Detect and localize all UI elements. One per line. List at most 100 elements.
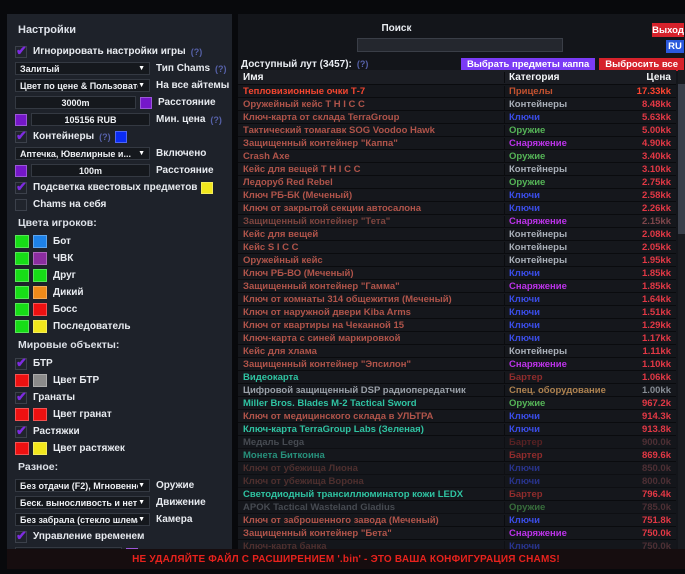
- min-price-color-swatch[interactable]: [15, 114, 27, 126]
- player-color-swatch-1[interactable]: [15, 286, 29, 299]
- table-row[interactable]: Ключ-карта от склада TerraGroupКлючи5.63…: [238, 111, 676, 124]
- column-header-name[interactable]: Имя: [238, 72, 504, 83]
- time-control-checkbox[interactable]: [15, 531, 27, 543]
- table-row[interactable]: Ключ-карта TerraGroup Labs (Зеленая)Ключ…: [238, 423, 676, 436]
- movement-select[interactable]: Беск. выносливость и нет уста: [15, 496, 150, 509]
- table-row[interactable]: Тепловизионные очки Т-7Прицелы17.33kk: [238, 85, 676, 98]
- quest-highlight-color-swatch[interactable]: [201, 182, 213, 194]
- column-header-price[interactable]: Цена: [609, 72, 676, 83]
- tripwire-color-swatch-1[interactable]: [15, 442, 29, 455]
- distance-color-swatch[interactable]: [140, 97, 152, 109]
- camera-select[interactable]: Без забрала (стекло шлема): [15, 513, 150, 526]
- table-row[interactable]: Crash AxeОружие3.40kk: [238, 150, 676, 163]
- table-row[interactable]: Защищенный контейнер "Тета"Снаряжение2.1…: [238, 215, 676, 228]
- table-row[interactable]: Ключ от медицинского склада в УЛЬТРАКлюч…: [238, 410, 676, 423]
- select-kappa-button[interactable]: Выбрать предметы каппа: [461, 58, 595, 71]
- help-icon[interactable]: (?): [191, 47, 203, 57]
- player-color-swatch-1[interactable]: [15, 320, 29, 333]
- table-row[interactable]: Miller Bros. Blades M-2 Tactical SwordОр…: [238, 397, 676, 410]
- item-name: Crash Axe: [238, 151, 504, 162]
- drop-all-button[interactable]: Выбросить все: [599, 58, 684, 71]
- self-chams-checkbox[interactable]: [15, 199, 27, 211]
- item-name: Ключ-карта с синей маркировкой: [238, 333, 504, 344]
- table-row[interactable]: Ключ от убежища ЛионаКлючи850.0k: [238, 462, 676, 475]
- grenade-color-swatch-1[interactable]: [15, 408, 29, 421]
- btr-color-swatch-1[interactable]: [15, 374, 29, 387]
- player-color-swatch-2[interactable]: [33, 252, 47, 265]
- table-row[interactable]: Ключ от наружной двери Kiba ArmsКлючи1.5…: [238, 306, 676, 319]
- player-color-swatch-2[interactable]: [33, 303, 47, 316]
- weapon-select[interactable]: Без отдачи (F2), Мгновенное п: [15, 479, 150, 492]
- table-row[interactable]: Ключ от убежища ВоронаКлючи800.0k: [238, 475, 676, 488]
- containers-filter-select[interactable]: Аптечка, Ювелирные и...: [15, 147, 150, 160]
- grenade-color-swatch-2[interactable]: [33, 408, 47, 421]
- table-row[interactable]: Ледоруб Red RebelОружие2.75kk: [238, 176, 676, 189]
- tripwires-checkbox[interactable]: [15, 426, 27, 438]
- tripwires-row: Растяжки: [15, 425, 232, 438]
- table-row[interactable]: Кейс S I C CКонтейнеры2.05kk: [238, 241, 676, 254]
- player-color-swatch-2[interactable]: [33, 235, 47, 248]
- table-row[interactable]: Ключ от заброшенного завода (Меченый)Клю…: [238, 514, 676, 527]
- containers-distance-color-swatch[interactable]: [15, 165, 27, 177]
- player-color-swatch-1[interactable]: [15, 235, 29, 248]
- language-button[interactable]: RU: [666, 40, 684, 53]
- table-row[interactable]: Медаль LegaБартер900.0k: [238, 436, 676, 449]
- weapon-value: Без отдачи (F2), Мгновенное п: [20, 481, 138, 491]
- table-row[interactable]: Ключ-карта банкаКлючи750.0k: [238, 540, 676, 549]
- search-input[interactable]: [357, 38, 563, 52]
- table-row[interactable]: Оружейный кейс T H I C CКонтейнеры8.48kk: [238, 98, 676, 111]
- item-name: Кейс S I C C: [238, 242, 504, 253]
- table-row[interactable]: Светодиодный трансиллюминатор кожи LEDXБ…: [238, 488, 676, 501]
- table-row[interactable]: Цифровой защищенный DSP радиопередатчикС…: [238, 384, 676, 397]
- exit-button[interactable]: Выход: [652, 23, 684, 37]
- table-row[interactable]: Ключ от квартиры на Чеканной 15Ключи1.29…: [238, 319, 676, 332]
- player-color-swatch-1[interactable]: [15, 303, 29, 316]
- help-icon[interactable]: (?): [357, 59, 369, 69]
- table-row[interactable]: Ключ от комнаты 314 общежития (Меченый)К…: [238, 293, 676, 306]
- player-color-swatch-2[interactable]: [33, 320, 47, 333]
- item-category: Контейнеры: [504, 346, 609, 357]
- color-mode-select[interactable]: Цвет по цене & Пользователь: [15, 79, 150, 92]
- containers-checkbox[interactable]: [15, 131, 27, 143]
- min-price-input[interactable]: 105156 RUB: [31, 113, 150, 126]
- table-row[interactable]: Ключ от закрытой секции автосалонаКлючи2…: [238, 202, 676, 215]
- table-row[interactable]: Защищенный контейнер "Эпсилон"Снаряжение…: [238, 358, 676, 371]
- table-row[interactable]: Защищенный контейнер "Бета"Снаряжение750…: [238, 527, 676, 540]
- table-row[interactable]: Защищенный контейнер "Каппа"Снаряжение4.…: [238, 137, 676, 150]
- table-row[interactable]: Ключ РБ-ВО (Меченый)Ключи1.85kk: [238, 267, 676, 280]
- table-row[interactable]: Ключ РБ-БК (Меченый)Ключи2.58kk: [238, 189, 676, 202]
- table-row[interactable]: Кейс для вещейКонтейнеры2.08kk: [238, 228, 676, 241]
- player-color-swatch-2[interactable]: [33, 286, 47, 299]
- column-header-category[interactable]: Категория: [504, 72, 609, 83]
- table-row[interactable]: Защищенный контейнер "Гамма"Снаряжение1.…: [238, 280, 676, 293]
- player-color-swatch-1[interactable]: [15, 252, 29, 265]
- containers-color-swatch[interactable]: [115, 131, 127, 143]
- scrollbar-thumb[interactable]: [678, 84, 685, 234]
- table-row[interactable]: Тактический томагавк SOG Voodoo HawkОруж…: [238, 124, 676, 137]
- chams-type-select[interactable]: Залитый: [15, 62, 150, 75]
- min-price-row: 105156 RUB Мин. цена (?): [15, 113, 232, 126]
- tripwire-color-swatch-2[interactable]: [33, 442, 47, 455]
- table-row[interactable]: Ключ-карта с синей маркировкойКлючи1.17k…: [238, 332, 676, 345]
- table-row[interactable]: Кейс для вещей T H I C CКонтейнеры3.10kk: [238, 163, 676, 176]
- help-icon[interactable]: (?): [210, 115, 222, 125]
- player-color-swatch-1[interactable]: [15, 269, 29, 282]
- table-row[interactable]: ВидеокартаБартер1.06kk: [238, 371, 676, 384]
- help-icon[interactable]: (?): [99, 132, 111, 142]
- table-row[interactable]: APOK Tactical Wasteland GladiusОружие785…: [238, 501, 676, 514]
- item-name: Оружейный кейс T H I C C: [238, 99, 504, 110]
- table-row[interactable]: Кейс для хламаКонтейнеры1.11kk: [238, 345, 676, 358]
- distance-input[interactable]: 3000m: [15, 96, 136, 109]
- btr-color-swatch-2[interactable]: [33, 374, 47, 387]
- quest-highlight-checkbox[interactable]: [15, 182, 27, 194]
- scrollbar[interactable]: [678, 70, 685, 549]
- grenades-checkbox[interactable]: [15, 392, 27, 404]
- ignore-game-settings-checkbox[interactable]: [15, 46, 27, 58]
- table-row[interactable]: Оружейный кейсКонтейнеры1.95kk: [238, 254, 676, 267]
- help-icon[interactable]: (?): [215, 64, 227, 74]
- containers-distance-input[interactable]: 100m: [31, 164, 150, 177]
- btr-checkbox[interactable]: [15, 358, 27, 370]
- table-row[interactable]: Монета БиткоинаБартер869.6k: [238, 449, 676, 462]
- player-color-swatch-2[interactable]: [33, 269, 47, 282]
- item-name: Ключ-карта банка: [238, 541, 504, 550]
